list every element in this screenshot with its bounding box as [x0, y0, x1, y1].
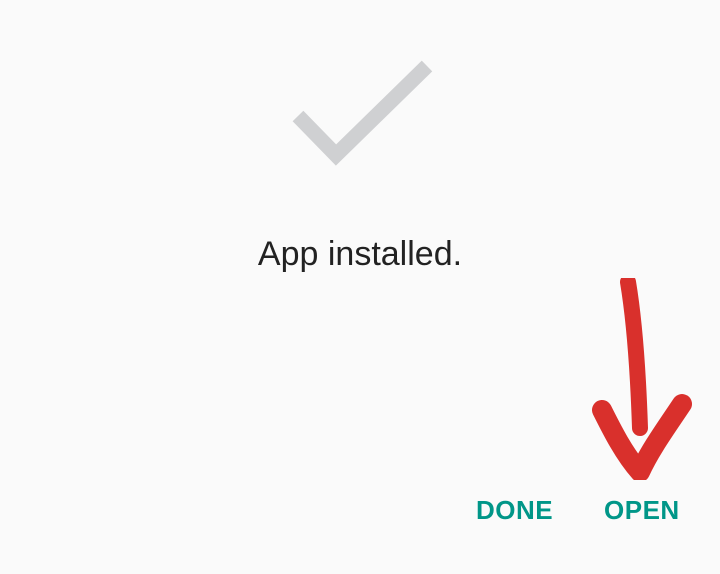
action-bar: DONE OPEN — [0, 488, 720, 532]
open-button[interactable]: OPEN — [604, 488, 680, 532]
status-text: App installed. — [257, 235, 463, 273]
check-icon — [292, 60, 433, 166]
red-arrow-down-icon — [592, 278, 692, 480]
done-button[interactable]: DONE — [476, 488, 553, 532]
